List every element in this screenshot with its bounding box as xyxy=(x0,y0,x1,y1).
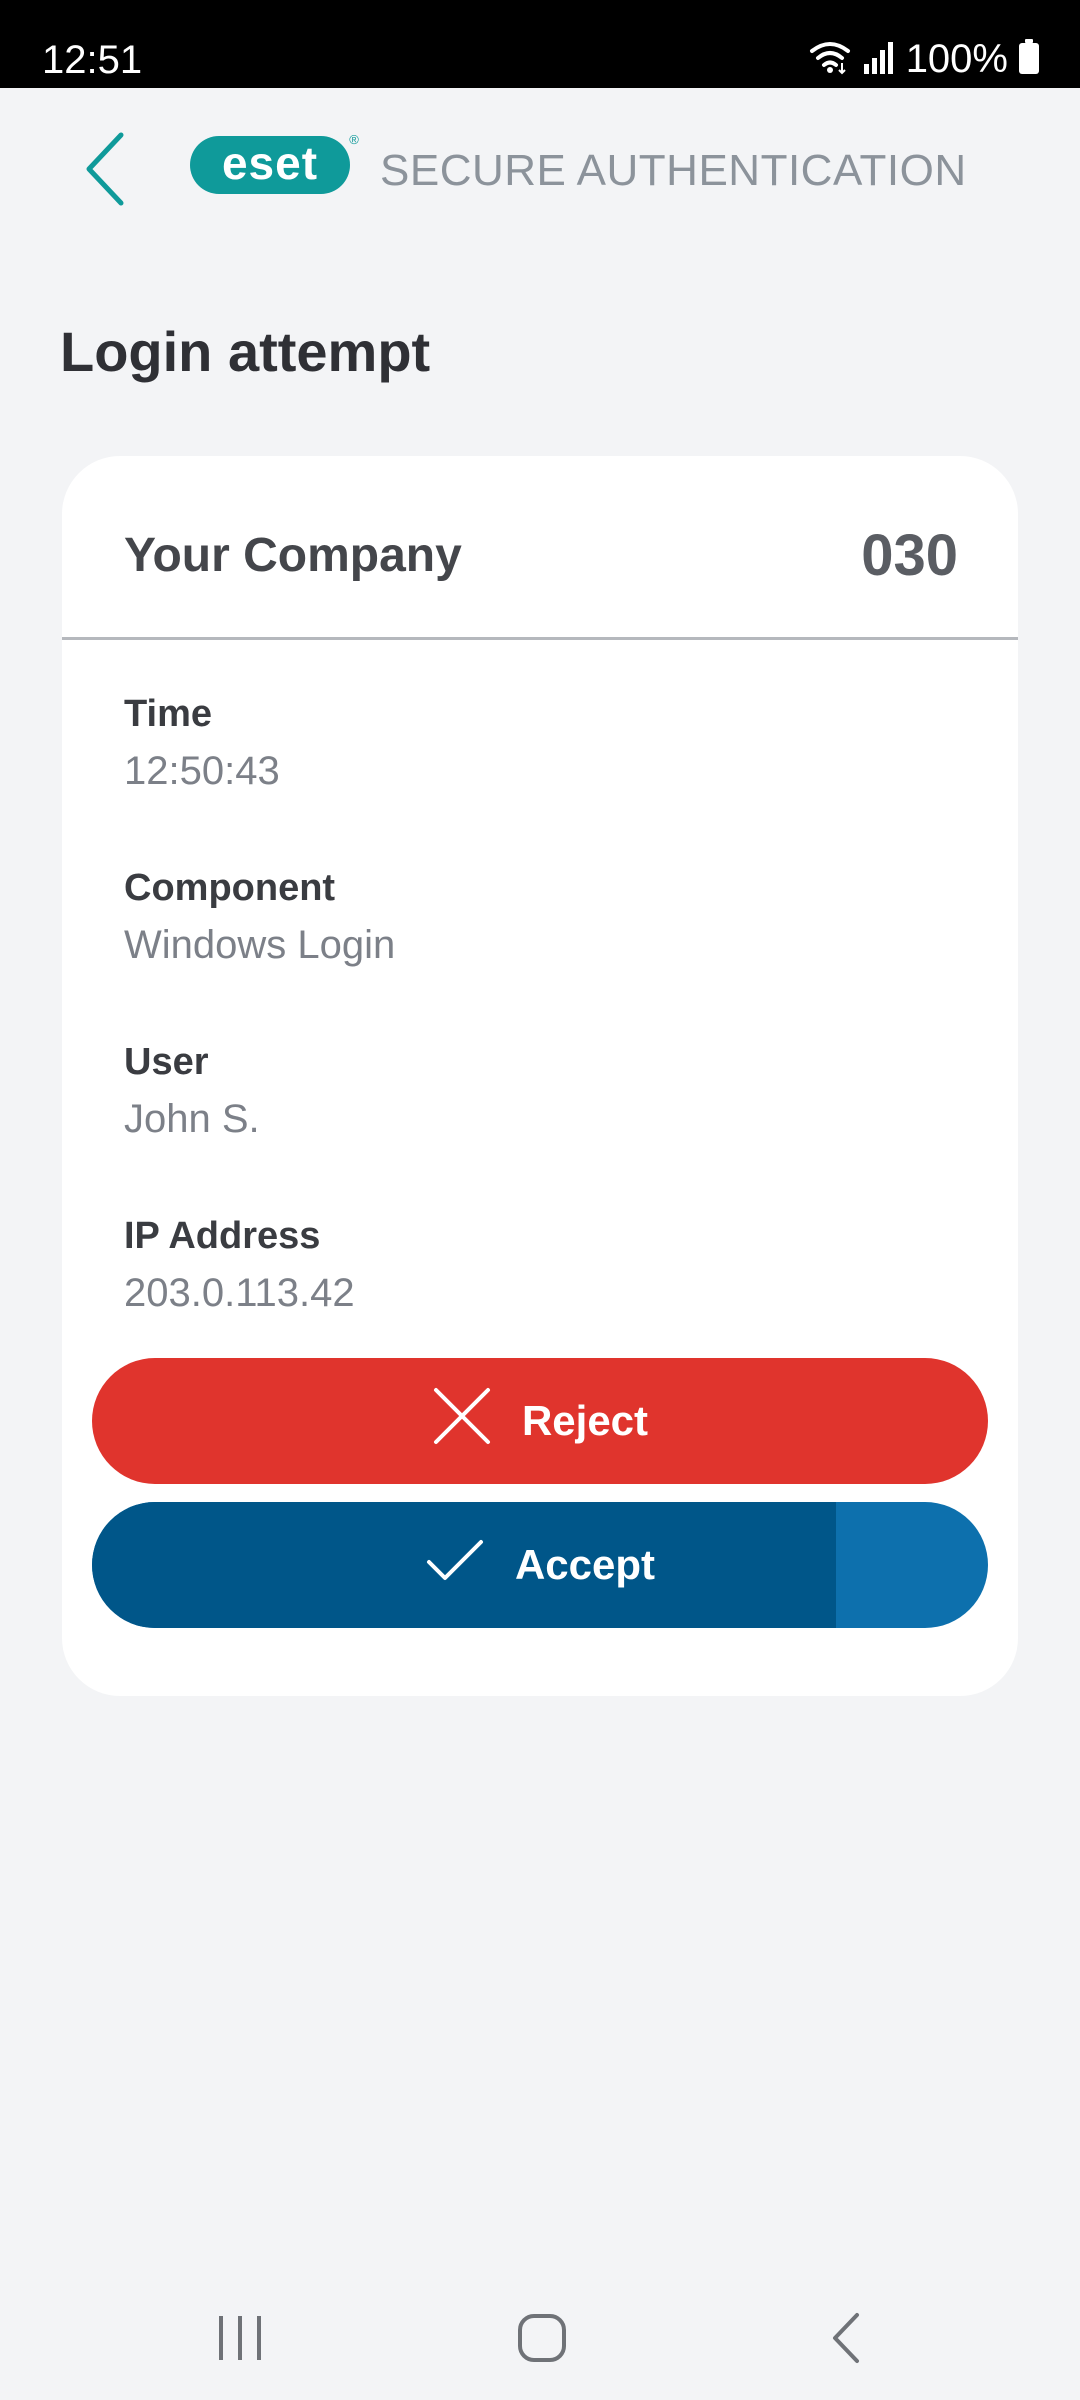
accept-button[interactable]: Accept xyxy=(92,1502,988,1628)
field-label: IP Address xyxy=(124,1215,321,1257)
back-button[interactable] xyxy=(70,126,140,216)
status-icons: 100% xyxy=(808,36,1040,82)
signal-icon xyxy=(862,40,896,79)
checkmark-icon xyxy=(425,1538,485,1592)
home-icon xyxy=(516,2312,568,2369)
field-label: User xyxy=(124,1041,209,1083)
field-value: John S. xyxy=(124,1097,260,1141)
reject-label: Reject xyxy=(521,1397,649,1444)
field-label: Time xyxy=(124,693,213,735)
home-button[interactable] xyxy=(492,2300,592,2380)
company-name: Your Company xyxy=(124,529,462,582)
login-attempt-card: Your Company 030 Time 12:50:43 Component… xyxy=(62,456,1018,1696)
field-ip-address: IP Address 203.0.113.42 xyxy=(124,1214,355,1316)
eset-logo-text: eset xyxy=(222,137,318,189)
field-component: Component Windows Login xyxy=(124,866,395,968)
wifi-icon xyxy=(808,39,852,80)
app-header: eset ® SECURE AUTHENTICATION xyxy=(0,88,1080,258)
eset-logo: eset ® xyxy=(188,130,362,196)
page-title: Login attempt xyxy=(60,320,431,383)
accept-label: Accept xyxy=(514,1541,656,1588)
back-icon xyxy=(829,2311,863,2370)
reject-button[interactable]: Reject xyxy=(92,1358,988,1484)
verification-code: 030 xyxy=(861,523,958,588)
close-icon xyxy=(432,1386,492,1456)
card-header: Your Company 030 xyxy=(62,456,1018,640)
recent-apps-button[interactable] xyxy=(190,2300,290,2380)
status-time: 12:51 xyxy=(42,38,143,82)
battery-icon xyxy=(1018,38,1040,80)
system-nav-bar xyxy=(0,2270,1080,2400)
field-value: 12:50:43 xyxy=(124,749,280,793)
field-label: Component xyxy=(124,867,336,909)
field-value: 203.0.113.42 xyxy=(124,1271,355,1315)
chevron-left-icon xyxy=(83,131,127,212)
battery-percentage: 100% xyxy=(905,37,1008,81)
registered-mark: ® xyxy=(349,132,359,147)
nav-back-button[interactable] xyxy=(796,2300,896,2380)
field-user: User John S. xyxy=(124,1040,260,1142)
field-time: Time 12:50:43 xyxy=(124,692,280,794)
status-bar: 12:51 100% xyxy=(0,0,1080,88)
recent-apps-icon xyxy=(215,2314,265,2367)
field-value: Windows Login xyxy=(124,923,396,967)
header-subtitle: SECURE AUTHENTICATION xyxy=(380,146,967,195)
